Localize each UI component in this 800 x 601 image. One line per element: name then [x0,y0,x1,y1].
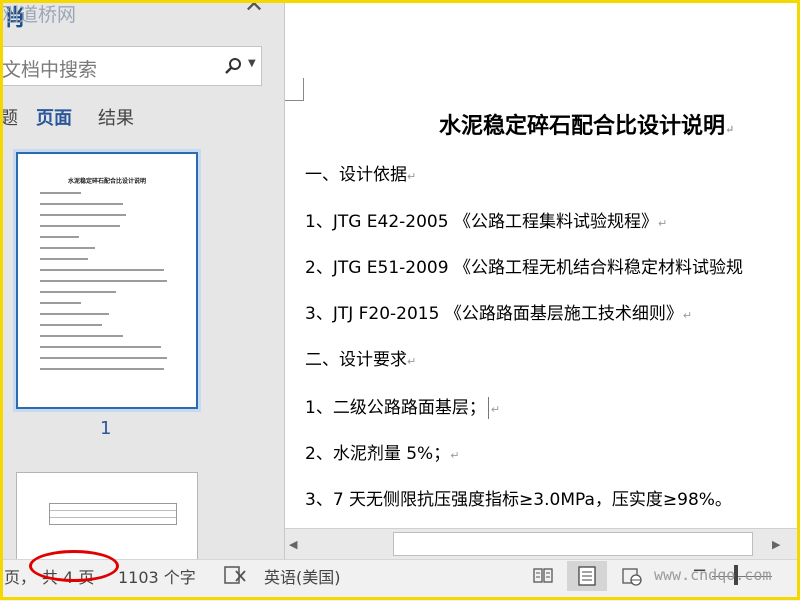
page-thumbnail-number: 1 [100,418,112,439]
page-count-highlight-ring [29,550,119,582]
paragraph: 1、二级公路路面基层； ↵ [305,397,501,419]
page-margin-marker [285,78,304,101]
document-title: 水泥稳定碎石配合比设计说明↵ [439,113,735,139]
scroll-left-icon[interactable]: ◀ [289,538,297,551]
word-count[interactable]: 1103 个字 [118,564,196,588]
close-icon[interactable]: ✕ [244,0,264,16]
paragraph-heading-1: 一、设计依据↵ [305,165,417,185]
watermark-url: www.cndqo.com [654,566,772,584]
scrollbar-thumb[interactable] [393,532,753,556]
watermark-logo: 刚道桥网 [0,4,77,26]
tab-pages[interactable]: 页面 [36,104,72,130]
navigation-pane: 肖 ✕ 文档中搜索 ▼ 题 页面 结果 水泥稳定碎石配合比设计说明 1 [0,0,285,560]
search-input[interactable]: 文档中搜索 [2,55,97,82]
horizontal-scrollbar[interactable]: ◀ ▶ [285,528,800,560]
web-layout-button[interactable] [611,561,651,591]
search-icon[interactable] [222,55,244,77]
thumbnail-text-lines [40,192,178,379]
tab-results[interactable]: 结果 [98,104,134,130]
paragraph: 3、JTJ F20-2015 《公路路面基层施工技术细则》↵ [305,304,693,324]
page-thumbnail-1[interactable]: 水泥稳定碎石配合比设计说明 [16,152,198,409]
chevron-down-icon[interactable]: ▼ [248,58,256,69]
paragraph-heading-2: 二、设计要求↵ [305,350,417,370]
proofing-icon[interactable] [222,563,248,587]
scroll-right-icon[interactable]: ▶ [772,538,780,551]
paragraph: 2、水泥剂量 5%；↵ [305,444,460,464]
page-thumbnail-2[interactable] [16,472,198,560]
search-box[interactable]: 文档中搜索 ▼ [0,46,262,86]
document-page[interactable]: 水泥稳定碎石配合比设计说明↵ 一、设计依据↵ 1、JTG E42-2005 《公… [285,0,800,528]
read-mode-button[interactable] [523,561,563,591]
paragraph: 2、JTG E51-2009 《公路工程无机结合料稳定材料试验规 [305,258,743,278]
thumbnail-title: 水泥稳定碎石配合比设计说明 [67,178,146,185]
paragraph: 3、7 天无侧限抗压强度指标≥3.0MPa，压实度≥98%。 [305,490,732,510]
text-caret [487,397,489,419]
paragraph: 1、JTG E42-2005 《公路工程集料试验规程》↵ [305,212,668,232]
print-layout-icon [578,566,596,586]
thumbnail-table [49,503,177,525]
web-layout-icon [622,568,642,586]
tab-headings[interactable]: 题 [0,104,18,130]
read-mode-icon [533,568,553,583]
print-layout-button[interactable] [567,561,607,591]
language-indicator[interactable]: 英语(美国) [264,564,341,588]
